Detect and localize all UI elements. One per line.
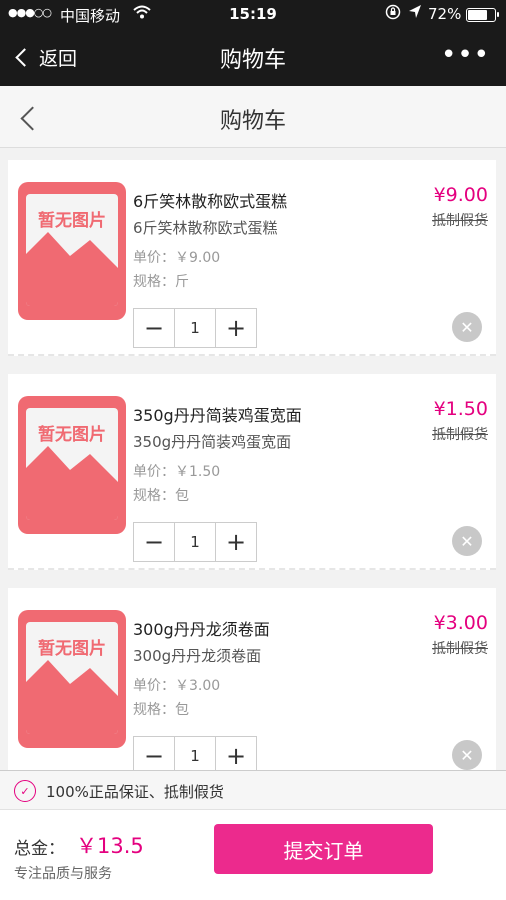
increase-button[interactable]: + (216, 737, 256, 770)
product-price: ¥9.00 (433, 184, 488, 206)
product-spec: 规格：包 (133, 488, 189, 504)
anti-counterfeit-tag: 抵制假货 (432, 427, 488, 443)
anti-counterfeit-tag: 抵制假货 (432, 641, 488, 657)
guarantee-text: 100%正品保证、抵制假货 (46, 783, 224, 801)
product-image-placeholder: 暂无图片 (18, 396, 126, 534)
service-slogan: 专注品质与服务 (14, 866, 112, 882)
cart-item: 暂无图片 6斤笑林散称欧式蛋糕 6斤笑林散称欧式蛋糕 单价：￥9.00 规格：斤… (8, 160, 496, 356)
quantity-value[interactable]: 1 (174, 309, 216, 347)
mountain-icon (26, 446, 118, 520)
remove-item-button[interactable]: ✕ (452, 526, 482, 556)
more-menu-button[interactable]: ••• (441, 40, 490, 70)
navigation-bar: 返回 购物车 ••• (0, 30, 506, 86)
product-name[interactable]: 6斤笑林散称欧式蛋糕 (133, 188, 287, 212)
unit-price: 单价：￥1.50 (133, 464, 221, 480)
decrease-button[interactable]: − (134, 523, 174, 561)
total-amount: ￥13.5 (76, 834, 144, 858)
total-label: 总金： (14, 839, 65, 859)
battery-icon (466, 8, 499, 22)
product-price: ¥1.50 (433, 398, 488, 420)
quantity-value[interactable]: 1 (174, 523, 216, 561)
anti-counterfeit-tag: 抵制假货 (432, 213, 488, 229)
battery-fill (468, 10, 487, 20)
checkout-bar: 总金： ￥13.5 专注品质与服务 提交订单 (0, 810, 506, 900)
product-subname: 6斤笑林散称欧式蛋糕 (133, 219, 278, 237)
product-name[interactable]: 300g丹丹龙须卷面 (133, 616, 270, 640)
battery-percent: 72% (428, 5, 462, 23)
decrease-button[interactable]: − (134, 309, 174, 347)
unit-price: 单价：￥9.00 (133, 250, 221, 266)
product-spec: 规格：斤 (133, 274, 189, 290)
product-image-placeholder: 暂无图片 (18, 610, 126, 748)
page-title: 购物车 (219, 109, 286, 134)
quantity-stepper: − 1 + (133, 522, 257, 562)
remove-item-button[interactable]: ✕ (452, 312, 482, 342)
mountain-icon (26, 660, 118, 734)
cart-item: 暂无图片 300g丹丹龙须卷面 300g丹丹龙须卷面 单价：￥3.00 规格：包… (8, 588, 496, 770)
product-subname: 350g丹丹简装鸡蛋宽面 (133, 433, 292, 451)
shield-icon: ✓ (14, 780, 36, 802)
rotation-lock-icon (385, 4, 401, 24)
mountain-icon (26, 232, 118, 306)
product-spec: 规格：包 (133, 702, 189, 718)
cart-item-list[interactable]: 暂无图片 6斤笑林散称欧式蛋糕 6斤笑林散称欧式蛋糕 单价：￥9.00 规格：斤… (0, 148, 506, 770)
product-subname: 300g丹丹龙须卷面 (133, 647, 262, 665)
decrease-button[interactable]: − (134, 737, 174, 770)
product-price: ¥3.00 (433, 612, 488, 634)
location-arrow-icon (408, 4, 422, 24)
increase-button[interactable]: + (216, 309, 256, 347)
quantity-stepper: − 1 + (133, 736, 257, 770)
quantity-stepper: − 1 + (133, 308, 257, 348)
cart-item: 暂无图片 350g丹丹简装鸡蛋宽面 350g丹丹简装鸡蛋宽面 单价：￥1.50 … (8, 374, 496, 570)
guarantee-banner: ✓ 100%正品保证、抵制假货 (0, 770, 506, 810)
increase-button[interactable]: + (216, 523, 256, 561)
submit-order-button[interactable]: 提交订单 (214, 824, 433, 874)
status-bar: ●●●○○ 中国移动 15:19 72% (0, 0, 506, 30)
nav-title: 购物车 (219, 48, 286, 73)
page-header: 购物车 (0, 86, 506, 148)
quantity-value[interactable]: 1 (174, 737, 216, 770)
unit-price: 单价：￥3.00 (133, 678, 221, 694)
remove-item-button[interactable]: ✕ (452, 740, 482, 770)
product-name[interactable]: 350g丹丹简装鸡蛋宽面 (133, 402, 302, 426)
product-image-placeholder: 暂无图片 (18, 182, 126, 320)
